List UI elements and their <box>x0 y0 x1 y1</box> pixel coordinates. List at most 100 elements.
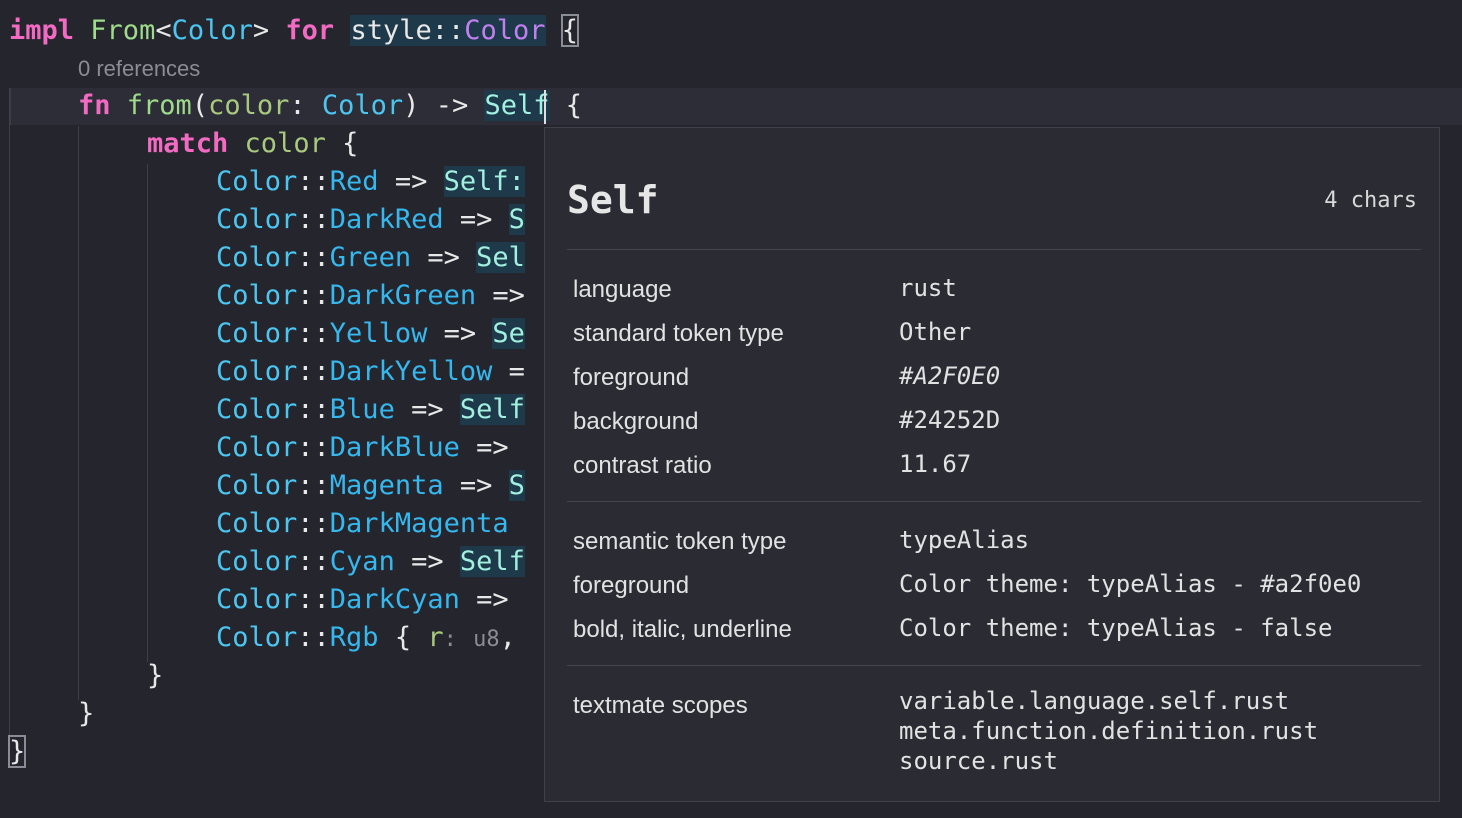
brace-open: { <box>565 90 583 121</box>
self-ref: S <box>508 470 525 501</box>
enum-name: Color <box>216 470 298 501</box>
variant-name: DarkRed <box>329 204 444 235</box>
self-token[interactable]: Self <box>484 90 550 121</box>
info-key: foreground <box>573 364 690 391</box>
close-impl[interactable]: } <box>7 733 27 771</box>
enum-name: Color <box>216 432 298 463</box>
code-line-match[interactable]: match color { <box>147 125 358 163</box>
info-value: Other <box>899 318 972 346</box>
match-arm[interactable]: Color::DarkYellow = <box>216 353 525 391</box>
path-sep: :: <box>297 204 330 235</box>
fat-arrow: => <box>443 318 477 349</box>
fat-arrow: => <box>459 470 493 501</box>
code-line-fn[interactable]: fn from(color: Color) -> Self { <box>78 87 582 125</box>
enum-name: Color <box>216 546 298 577</box>
trait-from: From <box>90 15 156 46</box>
info-key: standard token type <box>573 320 784 347</box>
text-cursor <box>544 90 546 124</box>
path-sep: :: <box>297 394 330 425</box>
info-value: Color theme: typeAlias - #a2f0e0 <box>899 570 1362 598</box>
brace-close: } <box>78 698 95 729</box>
path-sep: :: <box>297 166 330 197</box>
keyword-match: match <box>147 128 229 159</box>
enum-name: Color <box>216 508 298 539</box>
return-arrow: -> <box>435 90 469 121</box>
variant-name: Red <box>329 166 379 197</box>
match-arm[interactable]: Color::DarkRed => S <box>216 201 525 239</box>
match-arm[interactable]: Color::Blue => Self <box>216 391 525 429</box>
match-arm[interactable]: Color::Red => Self: <box>216 163 525 201</box>
function-from: from <box>126 90 192 121</box>
comma: , <box>499 622 516 653</box>
path-sep: :: <box>297 242 330 273</box>
variant-name: Magenta <box>329 470 444 501</box>
enum-name: Color <box>216 280 298 311</box>
brace-open: { <box>342 128 359 159</box>
enum-name: Color <box>216 204 298 235</box>
fat-arrow: => <box>394 166 428 197</box>
info-value: typeAlias <box>899 526 1030 554</box>
info-value: rust <box>899 274 957 302</box>
fat-arrow: => <box>411 394 444 425</box>
match-arm-rgb[interactable]: Color::Rgb { r: u8, <box>216 619 516 657</box>
path-sep: :: <box>297 546 330 577</box>
path-sep: :: <box>297 470 330 501</box>
references-codelens[interactable]: 0 references <box>78 56 200 82</box>
module-style: style <box>350 15 432 46</box>
info-key: textmate scopes <box>573 692 748 719</box>
matching-brace-open: { <box>560 14 580 47</box>
textmate-scope: variable.language.self.rust <box>899 687 1290 715</box>
token-inspector-hover[interactable]: Self 4 chars language rust standard toke… <box>544 127 1440 802</box>
match-arm[interactable]: Color::DarkCyan => <box>216 581 509 619</box>
match-arm[interactable]: Color::DarkMagenta <box>216 505 509 543</box>
match-arm[interactable]: Color::Green => Sel <box>216 239 525 277</box>
type-style-color: Color <box>464 15 546 46</box>
param-color: color <box>208 90 290 121</box>
self-ref: Sel <box>476 242 525 273</box>
brace-open: { <box>394 622 412 653</box>
indent-guide <box>9 88 10 738</box>
close-match[interactable]: } <box>147 657 163 695</box>
fat-arrow: => <box>427 242 460 273</box>
type-color: Color <box>171 15 253 46</box>
info-key: foreground <box>573 572 690 599</box>
info-row-background: background #24252D <box>573 406 1423 448</box>
info-value: #24252D <box>899 406 1001 434</box>
textmate-scope-list: variable.language.self.rust meta.functio… <box>899 686 1318 776</box>
variant-name: Yellow <box>329 318 428 349</box>
keyword-impl: impl <box>9 15 75 46</box>
info-row-font-style: bold, italic, underline Color theme: typ… <box>573 614 1423 656</box>
match-arm[interactable]: Color::DarkBlue => <box>216 429 509 467</box>
divider <box>567 665 1421 666</box>
close-fn[interactable]: } <box>78 695 94 733</box>
indent-guide <box>147 164 148 662</box>
variant-name: Cyan <box>329 546 395 577</box>
token-length: 4 chars <box>1324 188 1417 213</box>
match-arm[interactable]: Color::Cyan => Self <box>216 543 525 581</box>
info-row-semantic-foreground: foreground Color theme: typeAlias - #a2f… <box>573 570 1423 612</box>
match-arm[interactable]: Color::DarkGreen => <box>216 277 525 315</box>
paren-open: ( <box>191 90 209 121</box>
path-sep: :: <box>431 15 465 46</box>
match-arm[interactable]: Color::Yellow => Se <box>216 315 525 353</box>
info-value: 11.67 <box>899 450 972 478</box>
generic-open: < <box>155 15 172 46</box>
match-arm[interactable]: Color::Magenta => S <box>216 467 525 505</box>
enum-name: Color <box>216 622 298 653</box>
matching-brace-close: } <box>7 735 27 768</box>
inlay-hint-type: u8 <box>473 627 500 652</box>
info-row-language: language rust <box>573 274 1423 316</box>
fat-arrow: => <box>411 546 444 577</box>
code-line-impl[interactable]: impl From<Color> for style::Color { <box>9 12 580 50</box>
fat-arrow: => <box>492 280 525 311</box>
divider <box>567 501 1421 502</box>
path-sep: :: <box>297 432 330 463</box>
divider <box>567 249 1421 250</box>
enum-name: Color <box>216 356 298 387</box>
fat-arrow: = <box>508 356 525 387</box>
keyword-fn: fn <box>78 90 111 121</box>
variant-name: DarkGreen <box>329 280 477 311</box>
variant-name: Blue <box>329 394 395 425</box>
fat-arrow: => <box>476 432 509 463</box>
info-row-contrast-ratio: contrast ratio 11.67 <box>573 450 1423 492</box>
